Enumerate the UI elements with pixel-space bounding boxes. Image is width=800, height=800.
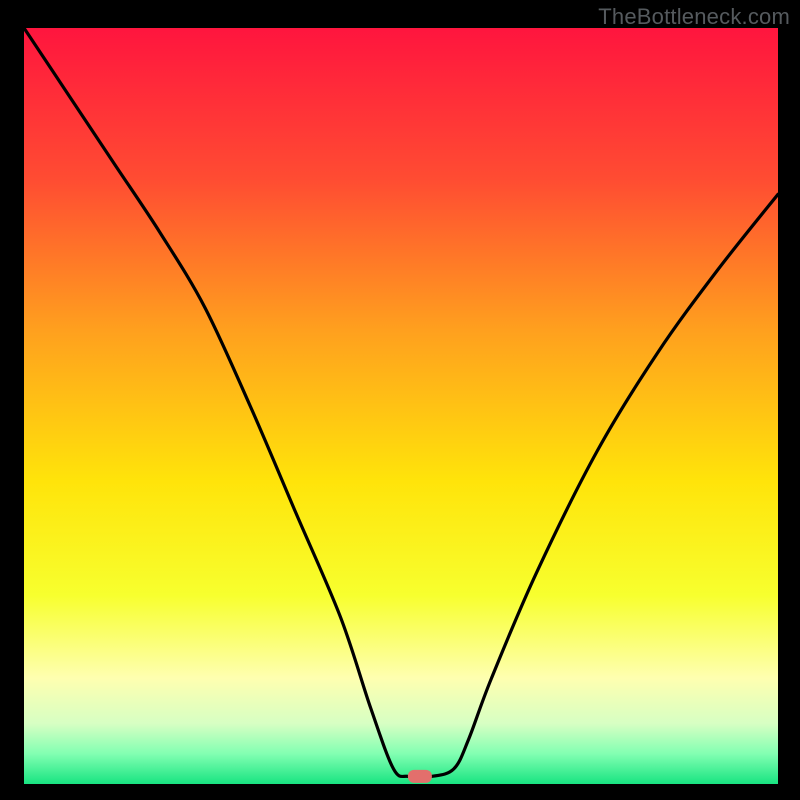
- plot-background: [24, 28, 778, 784]
- chart-frame: TheBottleneck.com: [0, 0, 800, 800]
- bottleneck-chart: [24, 28, 778, 784]
- watermark-text: TheBottleneck.com: [598, 4, 790, 30]
- minimum-marker: [408, 770, 432, 783]
